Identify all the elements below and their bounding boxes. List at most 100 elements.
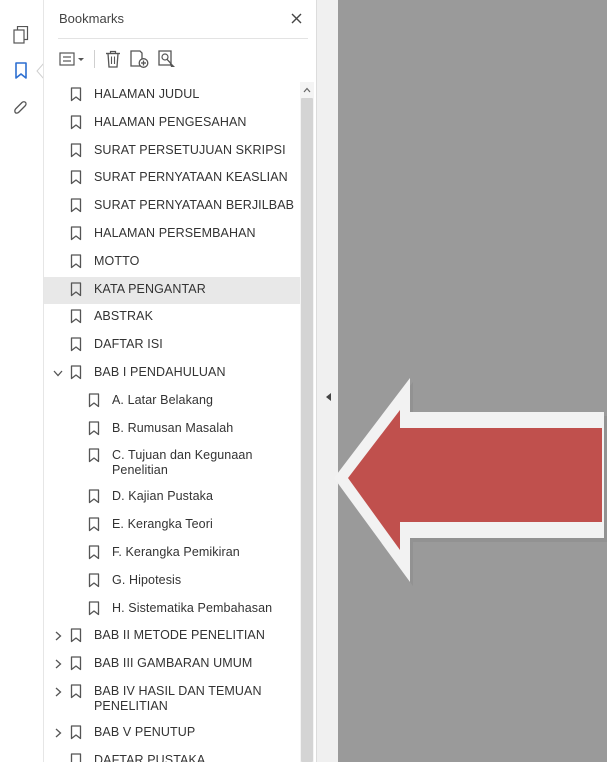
bookmarks-toolbar (58, 46, 181, 72)
chevron-down-icon[interactable] (52, 367, 64, 379)
bookmark-label: HALAMAN PERSEMBAHAN (94, 226, 256, 240)
bookmark-item[interactable]: BAB IV HASIL DAN TEMUAN PENELITIAN (44, 679, 300, 720)
bookmark-label: SURAT PERNYATAAN BERJILBAB (94, 198, 295, 213)
scroll-up-button[interactable] (300, 84, 314, 96)
bookmark-item[interactable]: HALAMAN PENGESAHAN (44, 110, 300, 138)
bookmark-label: HALAMAN JUDUL (94, 87, 200, 101)
bookmark-item[interactable]: SURAT PERSETUJUAN SKRIPSI (44, 138, 300, 166)
bookmark-tree: HALAMAN JUDUL HALAMAN PENGESAHAN SURAT PER… (44, 82, 300, 762)
bookmark-search-button[interactable] (153, 47, 181, 71)
bookmark-item[interactable]: HALAMAN PERSEMBAHAN (44, 221, 300, 249)
sub-bookmark-item[interactable]: H. Sistematika Pembahasan (44, 596, 300, 624)
bookmark-icon (70, 656, 84, 672)
bookmark-label: MOTTO (94, 253, 140, 268)
bookmark-icon (88, 517, 102, 533)
new-bookmark-icon (130, 50, 149, 68)
bookmark-icon (88, 489, 102, 505)
bookmark-label: KATA PENGANTAR (94, 281, 206, 296)
navigation-rail (0, 0, 44, 762)
chevron-right-icon[interactable] (52, 686, 64, 698)
bookmark-label: F. Kerangka Pemikiran (112, 545, 240, 559)
bookmark-item[interactable]: MOTTO (44, 249, 300, 277)
bookmark-item[interactable]: SURAT PERNYATAAN BERJILBAB (44, 193, 300, 221)
bookmark-item[interactable]: BAB V PENUTUP (44, 720, 300, 748)
bookmark-label: BAB II METODE PENELITIAN (94, 628, 265, 643)
bookmark-search-icon (158, 50, 175, 67)
sub-bookmark-item[interactable]: D. Kajian Pustaka (44, 484, 300, 512)
sub-bookmark-item[interactable]: G. Hipotesis (44, 568, 300, 596)
panel-title: Bookmarks (59, 11, 125, 26)
bookmark-label: B. Rumusan Masalah (112, 420, 234, 435)
bookmark-label: C. Tujuan dan Kegunaan Penelitian (112, 448, 253, 478)
bookmark-label: ABSTRAK (94, 309, 154, 324)
bookmark-item[interactable]: BAB III GAMBARAN UMUM (44, 651, 300, 679)
bookmark-icon (70, 170, 84, 186)
arrow-left-icon (334, 378, 607, 586)
bookmark-icon (70, 198, 84, 214)
bookmark-icon (70, 142, 84, 159)
sub-bookmark-item[interactable]: C. Tujuan dan Kegunaan Penelitian (44, 443, 300, 484)
bookmark-item[interactable]: HALAMAN JUDUL (44, 82, 300, 110)
paperclip-icon[interactable] (10, 98, 32, 120)
bookmark-item[interactable]: BAB II METODE PENELITIAN (44, 623, 300, 651)
delete-bookmark-icon (106, 50, 120, 68)
bookmark-label: D. Kajian Pustaka (112, 489, 214, 504)
scrollbar-thumb[interactable] (301, 98, 313, 762)
bookmark-icon (70, 309, 84, 325)
bookmark-icon (70, 226, 84, 242)
bookmark-item[interactable]: BAB I PENDAHULUAN (44, 360, 300, 388)
bookmark-icon (70, 87, 84, 103)
close-panel-button[interactable] (287, 9, 305, 27)
bookmark-label: G. Hipotesis (112, 572, 182, 587)
pages-icon[interactable] (10, 24, 32, 46)
bookmark-label: DAFTAR ISI (94, 337, 163, 352)
sub-bookmark-item[interactable]: A. Latar Belakang (44, 388, 300, 416)
bookmark-icon (70, 365, 84, 381)
bookmark-label: BAB IV HASIL DAN TEMUAN PENELITIAN (94, 684, 262, 713)
bookmark-icon (70, 254, 84, 270)
bookmark-label: A. Latar Belakang (112, 392, 214, 407)
bookmark-icon (70, 628, 84, 644)
chevron-right-icon[interactable] (52, 658, 64, 670)
bookmark-label: E. Kerangka Teori (112, 517, 213, 532)
bookmark-label: BAB I PENDAHULUAN (94, 365, 226, 379)
new-bookmark-button[interactable] (125, 47, 153, 71)
bookmarks-panel: Bookmarks HALAMAN JUDUL HALAMAN PENGESAH… (44, 0, 316, 762)
sub-bookmark-item[interactable]: F. Kerangka Pemikiran (44, 540, 300, 568)
bookmark-label: DAFTAR PUSTAKA (94, 752, 206, 762)
bookmark-item[interactable]: KATA PENGANTAR (44, 276, 300, 305)
options-menu-button[interactable] (58, 47, 88, 71)
bookmark-icon (70, 337, 84, 353)
bookmark-icon (70, 725, 84, 741)
delete-bookmark-button[interactable] (101, 47, 125, 71)
bookmark-label: BAB V PENUTUP (94, 725, 196, 739)
bookmark-icon (70, 281, 84, 298)
bookmark-icon (88, 448, 102, 464)
chevron-right-icon[interactable] (52, 630, 64, 642)
bookmark-icon (70, 684, 84, 700)
bookmark-icon (70, 753, 84, 762)
bookmark-icon (88, 600, 102, 617)
bookmark-item[interactable]: DAFTAR PUSTAKA (44, 748, 300, 762)
bookmark-label: SURAT PERSETUJUAN SKRIPSI (94, 142, 286, 157)
bookmark-icon[interactable] (10, 60, 32, 82)
bookmark-label: SURAT PERNYATAAN KEASLIAN (94, 170, 288, 185)
bookmark-icon (88, 545, 102, 561)
bookmark-icon (88, 573, 102, 589)
bookmark-icon (88, 420, 102, 437)
bookmark-item[interactable]: ABSTRAK (44, 304, 300, 332)
options-menu-icon (59, 52, 84, 66)
bookmark-item[interactable]: SURAT PERNYATAAN KEASLIAN (44, 165, 300, 193)
title-divider (58, 38, 308, 39)
close-icon (291, 13, 301, 23)
chevron-up-icon (303, 87, 311, 93)
bookmark-label: BAB III GAMBARAN UMUM (94, 656, 253, 671)
chevron-right-icon[interactable] (52, 727, 64, 739)
sub-bookmark-item[interactable]: B. Rumusan Masalah (44, 416, 300, 444)
bookmark-label: H. Sistematika Pembahasan (112, 600, 273, 615)
bookmark-icon (88, 393, 102, 409)
toolbar-separator (94, 50, 95, 68)
bookmark-item[interactable]: DAFTAR ISI (44, 332, 300, 360)
bookmark-icon (70, 115, 84, 131)
sub-bookmark-item[interactable]: E. Kerangka Teori (44, 512, 300, 540)
